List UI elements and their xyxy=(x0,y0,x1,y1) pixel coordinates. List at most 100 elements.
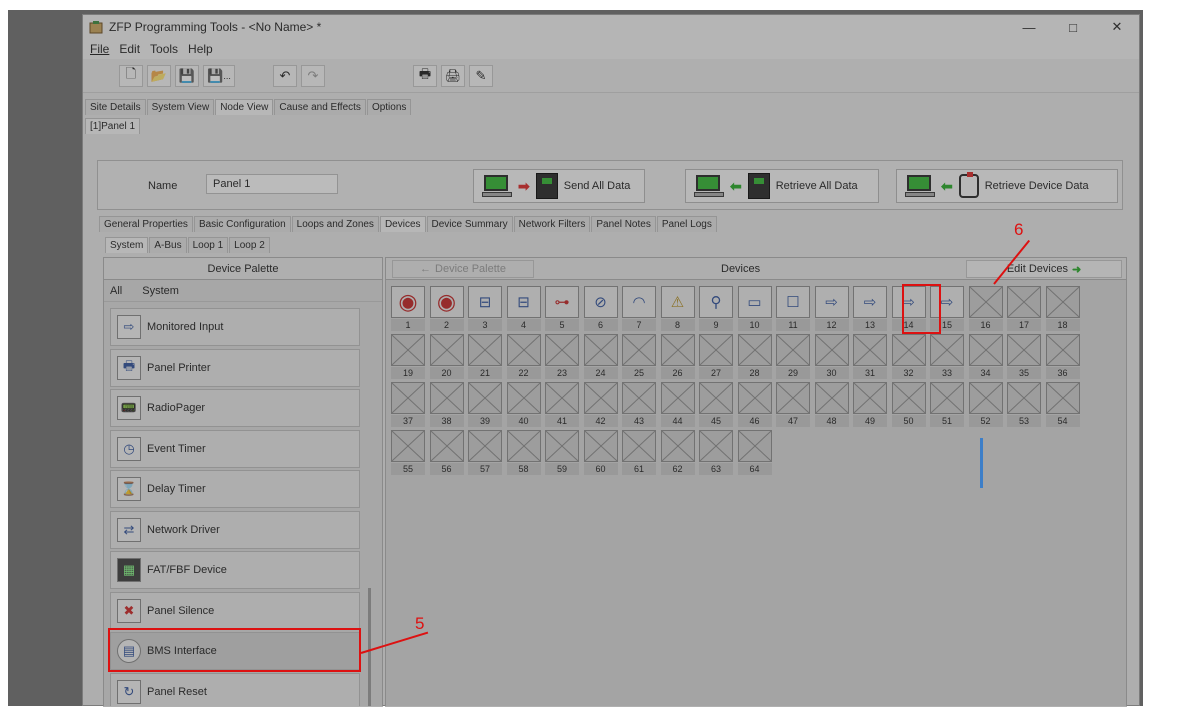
tab-network-filters[interactable]: Network Filters xyxy=(514,216,591,232)
device-slot[interactable]: 48 xyxy=(814,382,850,428)
device-slot[interactable]: 58 xyxy=(506,430,542,476)
device-slot[interactable]: 60 xyxy=(583,430,619,476)
device-slot[interactable]: 24 xyxy=(583,334,619,380)
tab-options[interactable]: Options xyxy=(367,99,411,115)
device-slot[interactable]: 55 xyxy=(390,430,426,476)
filter-all[interactable]: All xyxy=(110,285,122,297)
device-slot[interactable]: 42 xyxy=(583,382,619,428)
tab-general-properties[interactable]: General Properties xyxy=(99,216,193,232)
palette-item-delay-timer[interactable]: ⌛ Delay Timer xyxy=(110,470,360,508)
palette-item-panel-reset[interactable]: ↻ Panel Reset xyxy=(110,673,360,707)
tab-loops-and-zones[interactable]: Loops and Zones xyxy=(292,216,379,232)
device-slot[interactable]: 17 xyxy=(1006,286,1042,332)
device-slot[interactable]: 36 xyxy=(1045,334,1081,380)
tab-site-details[interactable]: Site Details xyxy=(85,99,146,115)
device-slot[interactable]: 54 xyxy=(1045,382,1081,428)
open-icon[interactable]: 📂 xyxy=(147,65,171,87)
device-slot[interactable]: ⊶5 xyxy=(544,286,580,332)
device-slot[interactable]: 59 xyxy=(544,430,580,476)
print-setup-icon[interactable]: ✎ xyxy=(469,65,493,87)
device-slot[interactable]: 16 xyxy=(968,286,1004,332)
device-slot[interactable]: 53 xyxy=(1006,382,1042,428)
device-slot[interactable]: ▭10 xyxy=(737,286,773,332)
device-slot[interactable]: 25 xyxy=(621,334,657,380)
tab-loop-2[interactable]: Loop 2 xyxy=(229,237,270,253)
close-button[interactable]: ✕ xyxy=(1095,15,1139,39)
palette-item-event-timer[interactable]: ◷ Event Timer xyxy=(110,430,360,468)
palette-item-radiopager[interactable]: 📟 RadioPager xyxy=(110,389,360,427)
minimize-button[interactable]: — xyxy=(1007,15,1051,39)
device-slot[interactable]: 49 xyxy=(852,382,888,428)
retrieve-all-data-button[interactable]: ⬅ Retrieve All Data xyxy=(685,169,879,203)
tab-cause-and-effects[interactable]: Cause and Effects xyxy=(274,99,366,115)
undo-icon[interactable]: ↶ xyxy=(273,65,297,87)
device-slot[interactable]: 63 xyxy=(698,430,734,476)
device-slot[interactable]: 32 xyxy=(891,334,927,380)
tab-panel-notes[interactable]: Panel Notes xyxy=(591,216,655,232)
tab-device-summary[interactable]: Device Summary xyxy=(427,216,513,232)
device-slot[interactable]: 47 xyxy=(775,382,811,428)
device-slot[interactable]: 56 xyxy=(429,430,465,476)
device-slot[interactable]: 18 xyxy=(1045,286,1081,332)
device-slot[interactable]: 45 xyxy=(698,382,734,428)
device-slot[interactable]: ⊘6 xyxy=(583,286,619,332)
device-slot[interactable]: 19 xyxy=(390,334,426,380)
device-slot[interactable]: 35 xyxy=(1006,334,1042,380)
device-slot[interactable]: 43 xyxy=(621,382,657,428)
save-icon[interactable]: 💾 xyxy=(175,65,199,87)
device-slot[interactable]: 20 xyxy=(429,334,465,380)
save-as-icon[interactable]: 💾... xyxy=(203,65,235,87)
device-slot[interactable]: 39 xyxy=(467,382,503,428)
device-slot[interactable]: ⊟3 xyxy=(467,286,503,332)
tab-a-bus[interactable]: A-Bus xyxy=(149,237,186,253)
device-slot[interactable]: 40 xyxy=(506,382,542,428)
menu-edit[interactable]: Edit xyxy=(114,42,145,56)
edit-devices-button[interactable]: Edit Devices ➜ xyxy=(966,260,1122,278)
device-slot[interactable]: ⚲9 xyxy=(698,286,734,332)
device-slot[interactable]: ◉1 xyxy=(390,286,426,332)
menu-tools[interactable]: Tools xyxy=(145,42,183,56)
palette-scrollbar[interactable] xyxy=(368,588,371,707)
tab-system[interactable]: System xyxy=(105,237,148,253)
device-slot[interactable]: 61 xyxy=(621,430,657,476)
device-slot[interactable]: ⊟4 xyxy=(506,286,542,332)
device-slot[interactable]: 21 xyxy=(467,334,503,380)
tab-panel-1[interactable]: [1]Panel 1 xyxy=(85,118,140,134)
palette-item-panel-printer[interactable]: 🖶 Panel Printer xyxy=(110,349,360,387)
palette-item-panel-silence[interactable]: ✖ Panel Silence xyxy=(110,592,360,630)
device-slot[interactable]: 41 xyxy=(544,382,580,428)
device-slot[interactable]: 52 xyxy=(968,382,1004,428)
device-slot[interactable]: 62 xyxy=(660,430,696,476)
print-preview-icon[interactable]: 🖨 xyxy=(441,65,465,87)
device-slot[interactable]: 28 xyxy=(737,334,773,380)
device-slot[interactable]: 57 xyxy=(467,430,503,476)
device-slot[interactable]: 33 xyxy=(929,334,965,380)
device-slot[interactable]: 64 xyxy=(737,430,773,476)
device-slot[interactable]: 29 xyxy=(775,334,811,380)
device-slot[interactable]: ⇨13 xyxy=(852,286,888,332)
device-slot[interactable]: 30 xyxy=(814,334,850,380)
panel-name-field[interactable]: Panel 1 xyxy=(206,174,338,194)
device-slot[interactable]: ⇨12 xyxy=(814,286,850,332)
tab-node-view[interactable]: Node View xyxy=(215,99,273,115)
retrieve-device-data-button[interactable]: ⬅ Retrieve Device Data xyxy=(896,169,1118,203)
device-slot[interactable]: 46 xyxy=(737,382,773,428)
palette-item-fat-fbf-device[interactable]: ▦ FAT/FBF Device xyxy=(110,551,360,589)
maximize-button[interactable]: □ xyxy=(1051,15,1095,39)
new-icon[interactable]: 🗋 xyxy=(119,65,143,87)
send-all-data-button[interactable]: ➡ Send All Data xyxy=(473,169,645,203)
device-slot[interactable]: 37 xyxy=(390,382,426,428)
tab-system-view[interactable]: System View xyxy=(147,99,215,115)
tab-panel-logs[interactable]: Panel Logs xyxy=(657,216,717,232)
device-slot[interactable]: 44 xyxy=(660,382,696,428)
device-slot[interactable]: 23 xyxy=(544,334,580,380)
filter-system[interactable]: System xyxy=(142,285,179,297)
tab-loop-1[interactable]: Loop 1 xyxy=(188,237,229,253)
device-slot[interactable]: 26 xyxy=(660,334,696,380)
device-slot[interactable]: 50 xyxy=(891,382,927,428)
device-slot[interactable]: 34 xyxy=(968,334,1004,380)
menu-file[interactable]: File xyxy=(85,42,114,56)
tab-basic-configuration[interactable]: Basic Configuration xyxy=(194,216,291,232)
device-slot[interactable]: 27 xyxy=(698,334,734,380)
device-slot[interactable]: 22 xyxy=(506,334,542,380)
